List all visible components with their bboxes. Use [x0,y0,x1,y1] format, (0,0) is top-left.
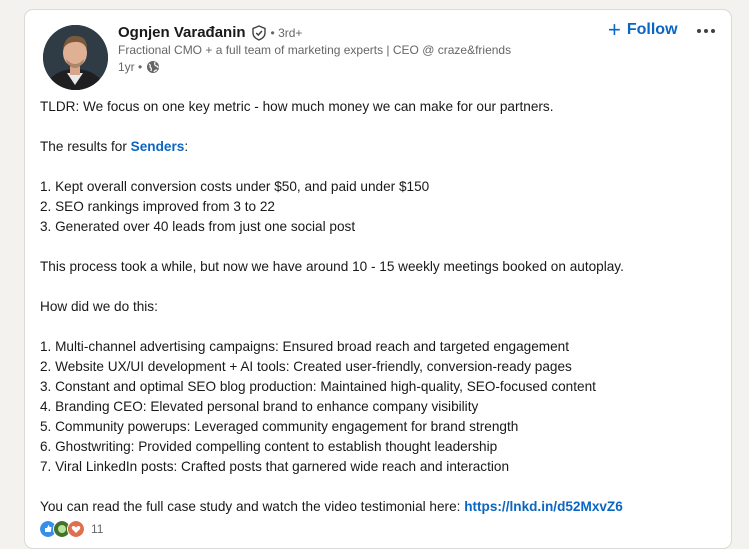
more-dots-icon [704,29,708,33]
reactions-summary[interactable]: 11 [39,520,103,538]
step-item: 4. Branding CEO: Elevated personal brand… [40,399,479,414]
post-body: TLDR: We focus on one key metric - how m… [40,97,720,517]
step-item: 3. Constant and optimal SEO blog product… [40,379,596,394]
result-item: 3. Generated over 40 leads from just one… [40,219,356,234]
senders-link[interactable]: Senders [131,139,185,154]
plus-icon: + [608,17,621,42]
post-card: Ognjen Varađanin • 3rd+ Fractional CMO +… [24,9,732,549]
how-heading: How did we do this: [40,299,158,314]
tldr-line: TLDR: We focus on one key metric - how m… [40,99,554,114]
case-study-link[interactable]: https://lnkd.in/d52MxvZ6 [464,499,623,514]
more-dots-icon [711,29,715,33]
post-time: 1yr • [118,60,143,74]
follow-label: Follow [626,21,678,38]
results-suffix: : [184,139,189,154]
step-item: 1. Multi-channel advertising campaigns: … [40,339,569,354]
step-item: 5. Community powerups: Leveraged communi… [40,419,519,434]
process-line: This process took a while, but now we ha… [40,259,624,274]
more-options-button[interactable] [693,21,719,41]
post-meta: 1yr • [118,60,160,74]
result-item: 1. Kept overall conversion costs under $… [40,179,430,194]
step-item: 6. Ghostwriting: Provided compelling con… [40,439,498,454]
author-headline: Fractional CMO + a full team of marketin… [118,43,512,57]
closing-prefix: You can read the full case study and wat… [40,499,465,514]
avatar[interactable] [43,25,108,90]
result-item: 2. SEO rankings improved from 3 to 22 [40,199,275,214]
reaction-count: 11 [91,522,104,536]
connection-degree: • 3rd+ [270,25,303,40]
author-name[interactable]: Ognjen Varađanin [118,24,246,41]
more-dots-icon [697,29,701,33]
avatar-photo [43,25,108,90]
results-prefix: The results for [40,139,131,154]
verified-shield-icon [251,24,266,41]
globe-icon [147,61,160,73]
follow-button[interactable]: + Follow [608,17,678,42]
love-reaction-icon [67,520,85,538]
results-heading: The results for Senders: [40,137,720,157]
closing-line: You can read the full case study and wat… [40,497,720,517]
author-name-row: Ognjen Varađanin • 3rd+ [118,24,302,41]
step-item: 2. Website UX/UI development + AI tools:… [40,359,572,374]
step-item: 7. Viral LinkedIn posts: Crafted posts t… [40,459,510,474]
